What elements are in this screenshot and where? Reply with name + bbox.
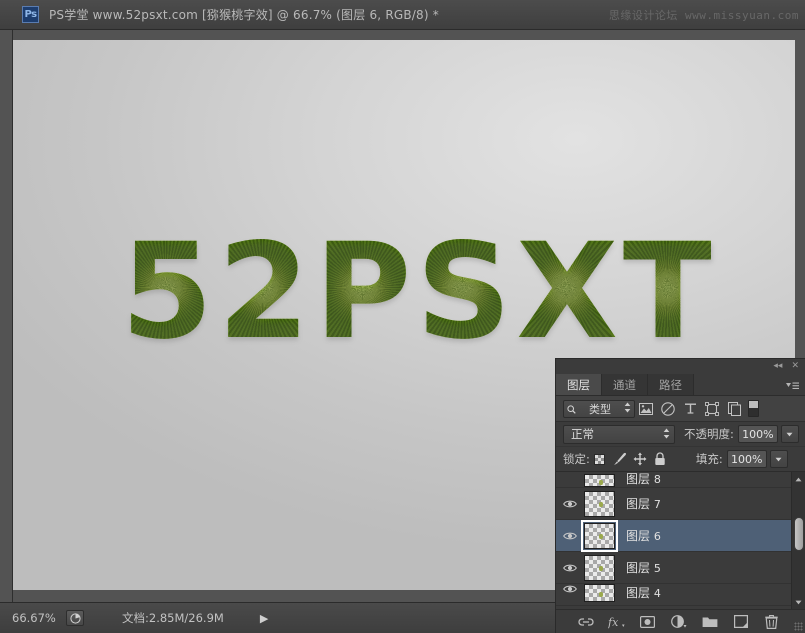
filter-enable-toggle[interactable] [748, 400, 759, 417]
table-row[interactable]: 图层 4 [556, 584, 805, 606]
scroll-down-arrow-icon[interactable] [792, 595, 805, 609]
filter-kind-select[interactable]: 类型 [563, 399, 635, 418]
opacity-dropdown-icon[interactable] [780, 425, 799, 443]
lock-transparency-icon[interactable] [590, 450, 610, 468]
filter-kind-spinner-icon[interactable] [624, 402, 631, 414]
shape-layer-filter-icon[interactable] [701, 399, 723, 419]
lock-row: 锁定: 填充: 100% [556, 447, 805, 472]
blend-mode-select[interactable]: 正常 [563, 424, 675, 444]
smart-object-filter-icon[interactable] [723, 399, 745, 419]
search-icon [567, 404, 576, 414]
type-layer-filter-icon[interactable] [679, 399, 701, 419]
layer-name[interactable]: 图层 4 [626, 584, 661, 601]
blend-mode-value: 正常 [571, 427, 594, 441]
artwork-letter: S [416, 215, 511, 369]
document-title: PS学堂 www.52psxt.com [猕猴桃字效] @ 66.7% (图层 … [49, 8, 439, 22]
lock-position-icon[interactable] [630, 450, 650, 468]
lock-all-icon[interactable] [650, 450, 670, 468]
svg-text:fx: fx [608, 616, 619, 629]
artwork-letter: 5 [121, 215, 213, 369]
table-row[interactable]: 图层 5 [556, 552, 805, 584]
fill-label: 填充: [695, 452, 723, 466]
panel-tab-bar: 图层 通道 路径 [556, 374, 805, 396]
adjustment-layer-filter-icon[interactable] [657, 399, 679, 419]
filter-kind-label: 类型 [589, 402, 611, 416]
blend-mode-spinner-icon[interactable] [663, 428, 670, 440]
tab-layers[interactable]: 图层 [556, 374, 602, 395]
layer-thumbnail[interactable] [584, 490, 615, 517]
layer-filter-row: 类型 [556, 396, 805, 422]
lock-label: 锁定: [563, 452, 590, 466]
table-row[interactable]: 图层 7 [556, 488, 805, 520]
lock-image-pixels-icon[interactable] [610, 450, 630, 468]
table-row[interactable]: 图层 6 [556, 519, 805, 552]
layers-panel: ◂◂ ✕ 图层 通道 路径 类型 正常 不透明度: 100% 锁定: 填充: 1… [555, 358, 805, 633]
delete-layer-icon[interactable] [763, 613, 780, 631]
status-menu-arrow-icon[interactable]: ▶ [260, 612, 268, 625]
zoom-level-value[interactable]: 66.67% [12, 611, 58, 625]
fill-dropdown-icon[interactable] [769, 450, 788, 468]
panel-resize-grip[interactable] [794, 622, 803, 631]
panel-menu-icon[interactable] [786, 382, 799, 391]
title-bar: Ps PS学堂 www.52psxt.com [猕猴桃字效] @ 66.7% (… [0, 0, 805, 30]
scrollbar-thumb[interactable] [793, 516, 804, 552]
layer-visibility-toggle[interactable] [556, 584, 584, 594]
kiwi-text-artwork: 5 2 P S X T [121, 212, 713, 372]
artwork-letter: P [314, 215, 411, 369]
layer-thumbnail[interactable] [584, 584, 615, 602]
layer-visibility-toggle[interactable] [556, 499, 584, 509]
new-group-icon[interactable] [701, 613, 718, 631]
scroll-up-arrow-icon[interactable] [792, 472, 805, 486]
preview-icon[interactable] [66, 610, 84, 626]
layer-style-fx-icon[interactable]: fx [608, 613, 625, 631]
layer-visibility-toggle[interactable] [556, 531, 584, 541]
layers-panel-footer: fx [556, 609, 805, 633]
artwork-letter: T [622, 215, 713, 369]
fill-input[interactable]: 100% [726, 450, 767, 468]
blend-mode-row: 正常 不透明度: 100% [556, 422, 805, 447]
tab-paths[interactable]: 路径 [648, 374, 694, 395]
layer-thumbnail[interactable] [581, 519, 618, 552]
opacity-label: 不透明度: [684, 427, 734, 441]
layer-name[interactable]: 图层 5 [626, 559, 661, 576]
layer-name[interactable]: 图层 8 [626, 472, 661, 487]
close-panel-icon[interactable]: ✕ [791, 362, 799, 371]
collapse-panel-icon[interactable]: ◂◂ [773, 362, 782, 371]
new-layer-icon[interactable] [732, 613, 749, 631]
new-adjustment-layer-icon[interactable] [670, 613, 687, 631]
scrollbar-track[interactable] [792, 486, 805, 595]
panel-top-bar: ◂◂ ✕ [556, 359, 805, 374]
document-size-value: 文档:2.85M/26.9M [122, 611, 224, 625]
table-row[interactable]: 图层 8 [556, 472, 805, 488]
photoshop-logo-icon: Ps [22, 6, 39, 23]
layer-visibility-toggle[interactable] [556, 563, 584, 573]
pixel-layer-filter-icon[interactable] [635, 399, 657, 419]
add-layer-mask-icon[interactable] [639, 613, 656, 631]
artwork-letter: 2 [217, 215, 310, 369]
opacity-input[interactable]: 100% [737, 425, 778, 443]
layer-name[interactable]: 图层 7 [626, 495, 661, 512]
layer-name[interactable]: 图层 6 [626, 527, 661, 544]
artwork-letter: X [516, 215, 618, 369]
layer-list[interactable]: 图层 8 图层 7 图层 6 图层 5 图层 4 [556, 472, 805, 609]
link-layers-icon[interactable] [577, 613, 594, 631]
layer-thumbnail[interactable] [584, 554, 615, 581]
tab-channels[interactable]: 通道 [602, 374, 648, 395]
photoshop-window: Ps PS学堂 www.52psxt.com [猕猴桃字效] @ 66.7% (… [0, 0, 805, 633]
layer-list-scrollbar[interactable] [791, 472, 805, 609]
layer-thumbnail[interactable] [584, 474, 615, 487]
watermark-text: 思缘设计论坛 www.missyuan.com [608, 9, 799, 22]
